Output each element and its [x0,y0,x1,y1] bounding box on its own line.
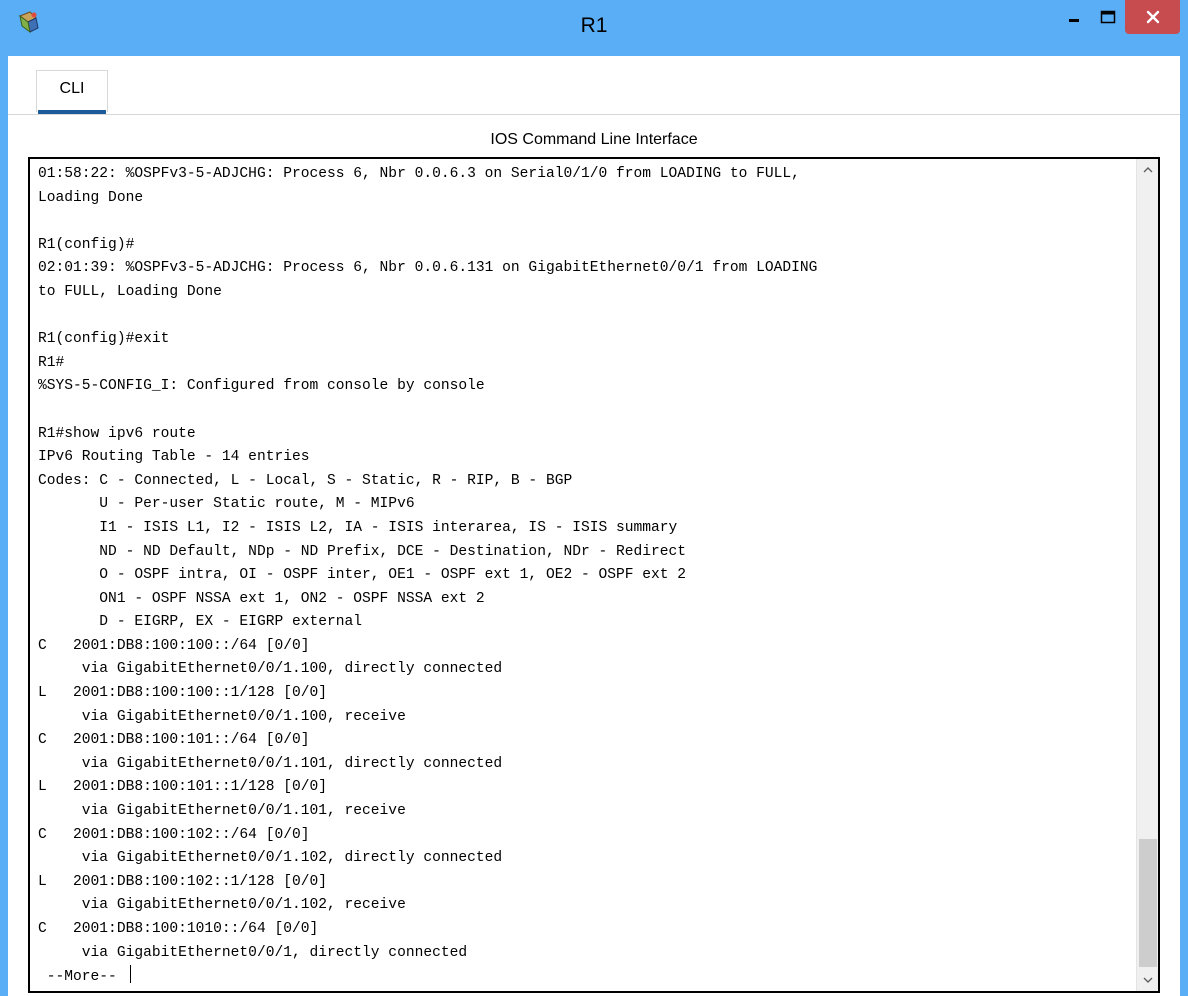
terminal-line: I1 - ISIS L1, I2 - ISIS L2, IA - ISIS in… [99,519,678,536]
minimize-button[interactable] [1057,0,1091,34]
more-prompt: --More-- [38,969,126,986]
terminal-line: L 2001:DB8:100:102::1/128 [0/0] [38,873,328,890]
scroll-down-button[interactable] [1137,969,1158,991]
terminal-line: R1(config)# [38,236,135,253]
window-title: R1 [580,14,608,37]
terminal-line: U - Per-user Static route, M - MIPv6 [99,496,415,513]
pane-heading: IOS Command Line Interface [490,131,698,148]
terminal-line: R1#show ipv6 route [38,425,196,442]
terminal-line: IPv6 Routing Table - 14 entries [38,449,310,466]
terminal-line: O - OSPF intra, OI - OSPF inter, OE1 - O… [99,567,687,584]
terminal-line: %SYS-5-CONFIG_I: Configured from console… [38,378,485,395]
title-bar[interactable]: R1 [0,0,1188,56]
terminal-line: R1# [38,354,65,371]
terminal-line: 01:58:22: %OSPFv3-5-ADJCHG: Process 6, N… [38,166,800,182]
terminal-output[interactable]: 01:58:22: %OSPFv3-5-ADJCHG: Process 6, N… [38,163,1108,990]
tab-strip: CLI [8,56,1180,114]
cli-pane: IOS Command Line Interface 01:58:22: %OS… [8,114,1180,996]
vertical-scrollbar[interactable] [1136,159,1158,991]
terminal-line: C 2001:DB8:100:100::/64 [0/0] [38,637,310,654]
window-client-area: CLI IOS Command Line Interface 01:58:22:… [8,56,1180,996]
terminal-line: via GigabitEthernet0/0/1.102, receive [81,897,406,914]
app-window: R1 CLI IOS Command Line Interface 01:58:… [0,0,1188,996]
terminal-line: Codes: C - Connected, L - Local, S - Sta… [38,472,573,489]
terminal-line: 02:01:39: %OSPFv3-5-ADJCHG: Process 6, N… [38,260,818,277]
terminal-line: C 2001:DB8:100:101::/64 [0/0] [38,732,310,749]
terminal-line: via GigabitEthernet0/0/1, directly conne… [81,944,468,961]
tab-cli[interactable]: CLI [36,70,108,112]
close-button[interactable] [1125,0,1180,34]
terminal-line: D - EIGRP, EX - EIGRP external [99,614,363,631]
close-icon [1146,10,1159,24]
scroll-thumb[interactable] [1139,839,1157,967]
terminal-line: to FULL, Loading Done [38,283,222,300]
terminal-line: R1(config)#exit [38,331,170,348]
terminal-line: Loading Done [38,189,144,206]
terminal-line: ND - ND Default, NDp - ND Prefix, DCE - … [99,543,687,560]
terminal-line: via GigabitEthernet0/0/1.101, directly c… [81,755,503,772]
chevron-up-icon [1143,167,1152,173]
maximize-button[interactable] [1091,0,1125,34]
minimize-icon [1069,19,1079,22]
scroll-up-button[interactable] [1137,159,1158,181]
terminal-line: L 2001:DB8:100:100::1/128 [0/0] [38,685,328,702]
terminal-line: ON1 - OSPF NSSA ext 1, ON2 - OSPF NSSA e… [99,590,485,607]
terminal-lines: 01:58:22: %OSPFv3-5-ADJCHG: Process 6, N… [38,166,817,961]
text-cursor [129,965,131,984]
terminal-line: via GigabitEthernet0/0/1.100, directly c… [81,661,503,678]
chevron-down-icon [1143,977,1152,983]
terminal-line: via GigabitEthernet0/0/1.101, receive [81,803,406,820]
terminal-line: via GigabitEthernet0/0/1.102, directly c… [81,850,503,867]
terminal-line: C 2001:DB8:100:1010::/64 [0/0] [38,921,319,937]
terminal-line: L 2001:DB8:100:101::1/128 [0/0] [38,779,328,796]
terminal-line: via GigabitEthernet0/0/1.100, receive [81,708,406,725]
maximize-icon [1100,10,1116,24]
terminal-console[interactable]: 01:58:22: %OSPFv3-5-ADJCHG: Process 6, N… [28,157,1160,993]
terminal-line: C 2001:DB8:100:102::/64 [0/0] [38,826,310,843]
